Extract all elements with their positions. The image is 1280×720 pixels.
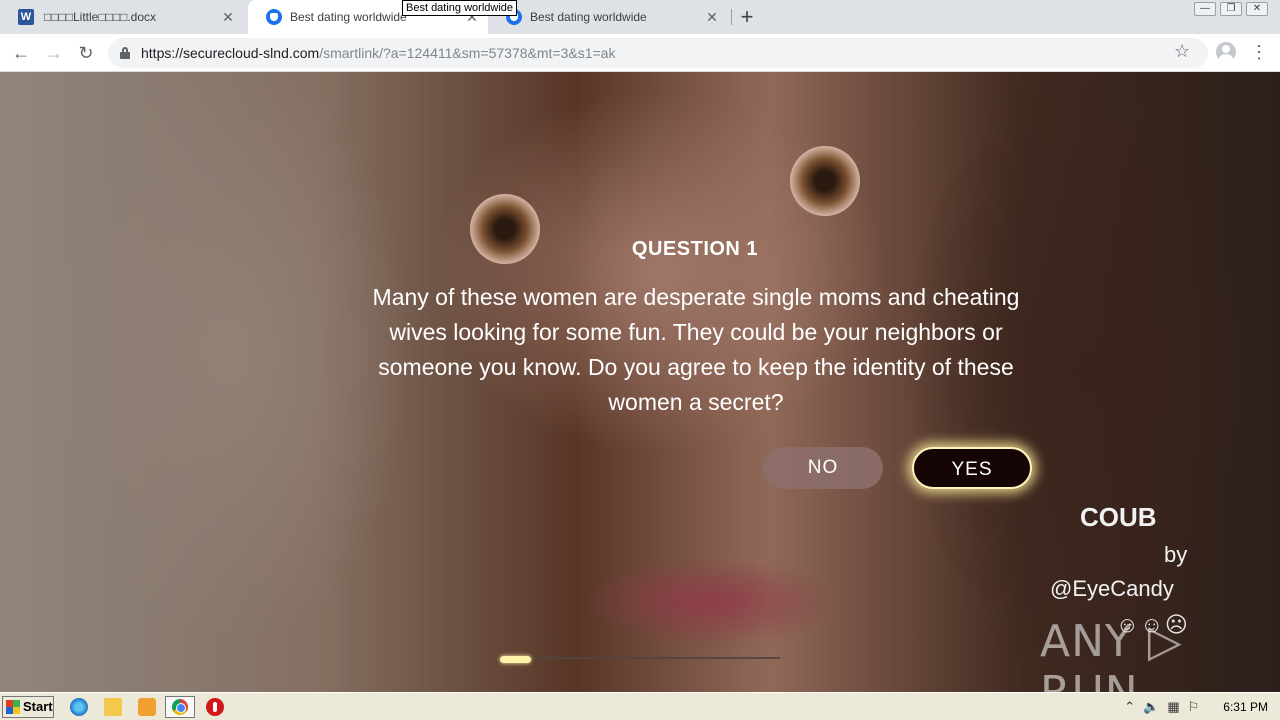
tab-word-doc[interactable]: W □□□□Little□□□□.docx ✕ bbox=[0, 0, 244, 34]
close-icon[interactable]: ✕ bbox=[704, 9, 720, 25]
yes-button[interactable]: YES bbox=[912, 447, 1032, 489]
url-path: /smartlink/?a=124411&sm=57378&mt=3&s1=ak bbox=[319, 45, 616, 61]
tab-label: Best dating worldwide bbox=[530, 10, 647, 24]
tray-expand-icon[interactable]: ⌃ bbox=[1124, 699, 1135, 715]
internet-explorer-icon[interactable] bbox=[70, 698, 88, 716]
page-content: QUESTION 1 Many of these women are despe… bbox=[0, 72, 1280, 692]
shield-icon bbox=[266, 9, 282, 25]
opera-icon[interactable] bbox=[206, 698, 224, 716]
flag-icon[interactable]: ⚐ bbox=[1188, 699, 1200, 715]
minimize-button[interactable]: — bbox=[1194, 2, 1216, 16]
menu-dots-icon[interactable]: ⋮ bbox=[1250, 41, 1268, 63]
network-icon[interactable]: ▦ bbox=[1167, 699, 1179, 715]
windows-flag-icon bbox=[6, 700, 20, 714]
restore-button[interactable]: ❐ bbox=[1220, 2, 1242, 16]
tab-tooltip: Best dating worldwide bbox=[402, 0, 518, 16]
close-icon[interactable]: ✕ bbox=[220, 9, 236, 25]
chrome-taskbar-button[interactable] bbox=[165, 696, 195, 718]
profile-avatar-icon[interactable] bbox=[1216, 42, 1236, 62]
url-text[interactable]: https://securecloud-slnd.com/smartlink/?… bbox=[141, 45, 615, 61]
tab-label: □□□□Little□□□□.docx bbox=[44, 10, 157, 24]
taskbar: Start ⌃ 🔈 ▦ ⚐ 6:31 PM bbox=[0, 692, 1280, 720]
volume-icon[interactable]: 🔈 bbox=[1143, 699, 1159, 715]
window-controls: — ❐ ✕ bbox=[1194, 2, 1268, 16]
tab-label: Best dating worldwide bbox=[290, 10, 407, 24]
coub-logo: COUB bbox=[1080, 502, 1157, 532]
coub-username: @EyeCandy bbox=[1050, 576, 1174, 601]
tab-separator bbox=[731, 9, 732, 25]
reload-button[interactable]: ↻ bbox=[73, 40, 99, 66]
question-text: Many of these women are desperate single… bbox=[372, 284, 1020, 415]
tab-strip: W □□□□Little□□□□.docx ✕ Best dating worl… bbox=[0, 0, 1280, 34]
browser-toolbar: ← → ↻ https://securecloud-slnd.com/smart… bbox=[0, 34, 1280, 72]
no-button[interactable]: NO bbox=[763, 447, 883, 489]
close-window-button[interactable]: ✕ bbox=[1246, 2, 1268, 16]
start-button[interactable]: Start bbox=[2, 696, 54, 718]
clock[interactable]: 6:31 PM bbox=[1223, 700, 1268, 714]
progress-track bbox=[500, 657, 780, 659]
start-label: Start bbox=[23, 699, 53, 714]
quiz-overlay: QUESTION 1 Many of these women are despe… bbox=[0, 72, 1280, 692]
bookmark-star-icon[interactable]: ☆ bbox=[1174, 41, 1190, 62]
new-tab-button[interactable]: + bbox=[736, 6, 758, 29]
emoji-icons: ☺☺☹ bbox=[1116, 612, 1190, 637]
tab-dating[interactable]: Best dating worldwide ✕ bbox=[488, 0, 728, 34]
progress-fill bbox=[500, 656, 531, 663]
folder-icon[interactable] bbox=[104, 698, 122, 716]
address-bar[interactable]: https://securecloud-slnd.com/smartlink/?… bbox=[108, 38, 1208, 68]
coub-by-text: by bbox=[1164, 542, 1188, 567]
question-title: QUESTION 1 bbox=[631, 238, 759, 260]
back-button[interactable]: ← bbox=[8, 40, 34, 66]
url-host: https://securecloud-slnd.com bbox=[141, 45, 320, 61]
word-icon: W bbox=[18, 9, 34, 25]
lock-icon bbox=[120, 47, 130, 59]
chrome-icon bbox=[172, 699, 188, 715]
media-player-icon[interactable] bbox=[138, 698, 156, 716]
forward-button[interactable]: → bbox=[41, 40, 67, 66]
system-tray: ⌃ 🔈 ▦ ⚐ 6:31 PM bbox=[1112, 695, 1280, 719]
